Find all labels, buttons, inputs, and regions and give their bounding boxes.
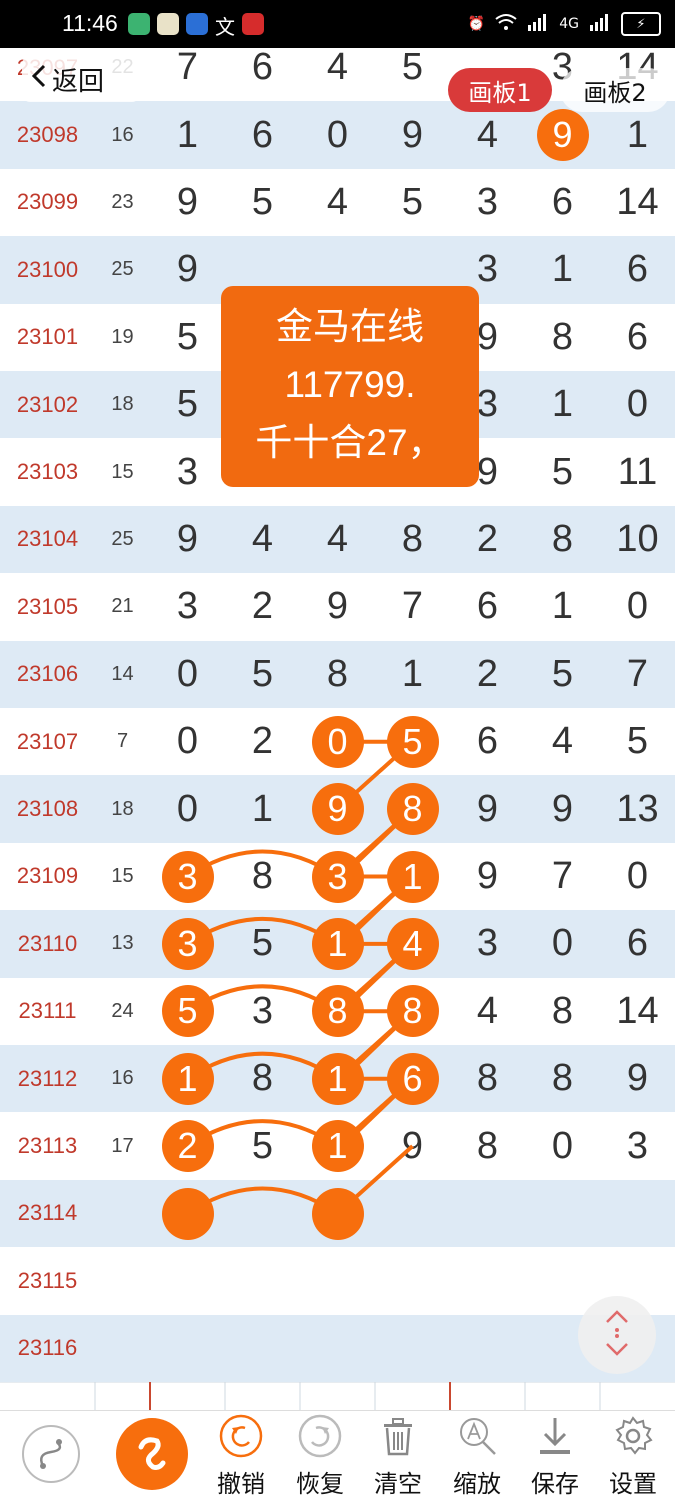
info-popup: 金马在线 117799. 千十合27， <box>221 286 479 487</box>
curve-pen-icon <box>21 1424 81 1488</box>
bottom-toolbar: 撤销 恢复 清空 缩放 保存 设置 <box>0 1410 675 1501</box>
highlighted-number[interactable]: 3 <box>311 850 364 903</box>
zoom-button[interactable]: 缩放 <box>442 1411 512 1501</box>
curve-pen-button[interactable] <box>12 1411 90 1501</box>
wifi-icon <box>495 13 517 35</box>
battery-icon: ⚡ <box>621 12 661 36</box>
clear-label: 清空 <box>374 1469 422 1498</box>
save-button[interactable]: 保存 <box>520 1411 590 1501</box>
highlighted-number[interactable]: 1 <box>311 1120 364 1173</box>
download-icon <box>535 1414 575 1462</box>
scroll-toggle-button[interactable] <box>578 1296 656 1374</box>
back-button[interactable]: 返回 <box>22 56 140 102</box>
highlighted-number[interactable] <box>311 1187 364 1240</box>
music-app-icon <box>186 13 208 35</box>
redo-label: 恢复 <box>296 1469 344 1498</box>
highlighted-number[interactable]: 5 <box>386 715 439 768</box>
freehand-pen-button[interactable] <box>110 1411 194 1501</box>
highlighted-number[interactable]: 1 <box>311 917 364 970</box>
popup-line-2: 117799. <box>284 364 416 405</box>
gear-icon <box>611 1414 655 1462</box>
highlighted-number[interactable]: 0 <box>311 715 364 768</box>
translate-app-icon: 文 <box>215 15 235 39</box>
highlighted-number[interactable]: 2 <box>161 1120 214 1173</box>
highlighted-number[interactable]: 4 <box>386 917 439 970</box>
settings-label: 设置 <box>609 1469 657 1498</box>
highlighted-number[interactable]: 9 <box>311 783 364 836</box>
highlighted-number[interactable]: 5 <box>161 985 214 1038</box>
save-label: 保存 <box>531 1469 579 1498</box>
status-icons: ⏰ 4G ⚡ <box>468 12 661 36</box>
signal-icon <box>589 13 611 35</box>
highlighted-number[interactable]: 6 <box>386 1052 439 1105</box>
back-label: 返回 <box>52 66 105 97</box>
signal-icon <box>527 13 549 35</box>
popup-line-1: 金马在线 <box>276 306 424 347</box>
highlighted-number[interactable]: 1 <box>161 1052 214 1105</box>
highlighted-number[interactable]: 8 <box>386 783 439 836</box>
zoom-label: 缩放 <box>453 1469 501 1498</box>
highlighted-number[interactable]: 3 <box>161 917 214 970</box>
tab-board-2[interactable]: 画板2 <box>560 68 670 112</box>
popup-line-3: 千十合27， <box>255 422 445 463</box>
redo-button[interactable]: 恢复 <box>285 1411 355 1501</box>
zoom-icon <box>455 1414 499 1462</box>
undo-button[interactable]: 撤销 <box>206 1411 276 1501</box>
network-type: 4G <box>559 16 579 32</box>
highlighted-number[interactable]: 8 <box>386 985 439 1038</box>
status-bar: 11:46 文 ⏰ 4G ⚡ <box>0 0 675 48</box>
app-notification-icon <box>242 13 264 35</box>
expand-vertical-icon <box>602 1308 632 1362</box>
highlighted-number[interactable] <box>161 1187 214 1240</box>
undo-icon <box>219 1414 263 1462</box>
redo-icon <box>298 1414 342 1462</box>
highlighted-number[interactable]: 9 <box>536 109 589 162</box>
draw-grid[interactable]: 2309722764531423098161609412309923954536… <box>0 48 675 1410</box>
status-time: 11:46 <box>62 10 118 36</box>
app-notification-icon <box>128 13 150 35</box>
alarm-icon: ⏰ <box>467 16 486 32</box>
undo-label: 撤销 <box>217 1469 265 1498</box>
highlighted-number[interactable]: 1 <box>311 1052 364 1105</box>
highlighted-number[interactable]: 8 <box>311 985 364 1038</box>
app-notification-icon <box>157 13 179 35</box>
settings-button[interactable]: 设置 <box>598 1411 668 1501</box>
highlighted-number[interactable]: 1 <box>386 850 439 903</box>
chevron-left-icon <box>31 64 46 95</box>
freehand-pen-icon <box>115 1417 189 1495</box>
highlighted-number[interactable]: 3 <box>161 850 214 903</box>
tab-board-1[interactable]: 画板1 <box>448 68 552 112</box>
trash-icon <box>378 1414 418 1462</box>
clear-button[interactable]: 清空 <box>363 1411 433 1501</box>
